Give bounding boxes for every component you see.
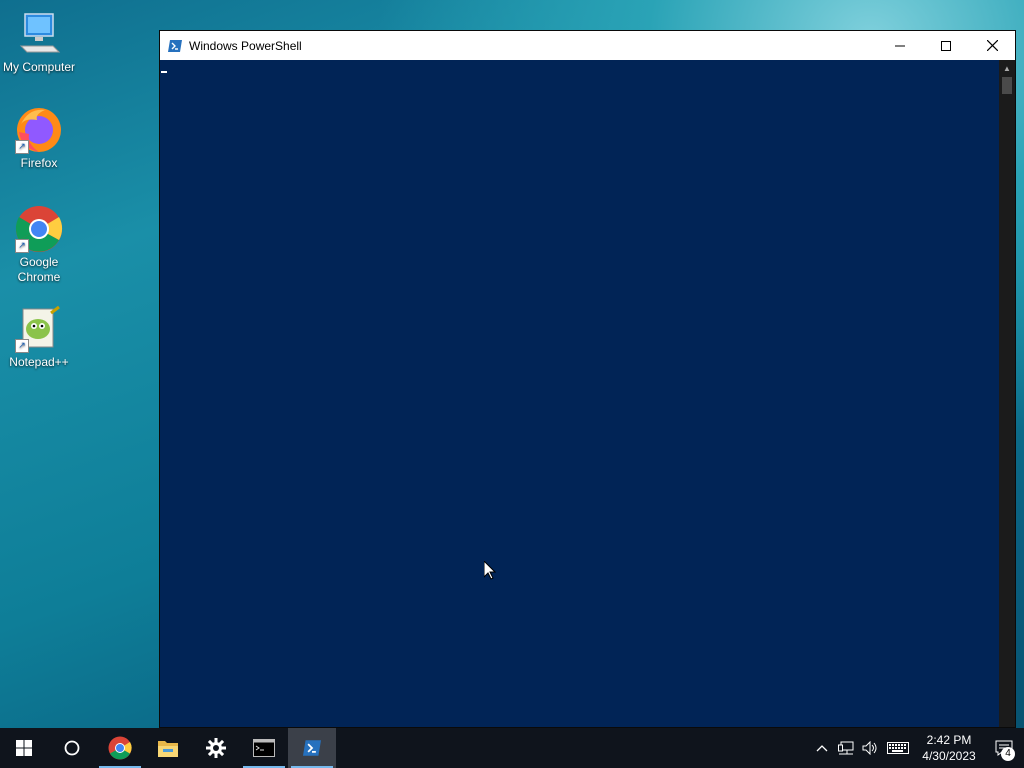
taskbar-file-explorer[interactable]: [144, 728, 192, 768]
close-icon: [986, 40, 998, 51]
console-area[interactable]: [160, 60, 999, 727]
desktop-icon-label: Firefox: [20, 156, 58, 170]
maximize-button[interactable]: [923, 31, 969, 60]
chrome-icon: [108, 736, 132, 760]
minimize-icon: [895, 45, 905, 46]
notepad-plus-plus-icon: ↗: [15, 305, 63, 353]
volume-button[interactable]: [858, 728, 882, 768]
keyboard-icon: [887, 742, 909, 754]
clock[interactable]: 2:42 PM 4/30/2023: [914, 732, 984, 764]
action-center-button[interactable]: 4: [984, 728, 1024, 768]
desktop-icon-label: Google Chrome: [17, 255, 61, 284]
start-button[interactable]: [0, 728, 48, 768]
speaker-icon: [862, 741, 877, 755]
taskbar-settings[interactable]: [192, 728, 240, 768]
chevron-up-icon: [816, 745, 828, 752]
search-button[interactable]: [48, 728, 96, 768]
shortcut-arrow-icon: ↗: [15, 339, 29, 353]
desktop-icon-label: My Computer: [2, 60, 76, 74]
scroll-up-icon[interactable]: ▲: [999, 60, 1015, 77]
scroll-thumb[interactable]: [1002, 77, 1012, 94]
windows-logo-icon: [16, 740, 32, 756]
taskbar-command-prompt[interactable]: [240, 728, 288, 768]
desktop-icon-label: Notepad++: [9, 355, 69, 369]
shortcut-arrow-icon: ↗: [15, 239, 29, 253]
network-icon: [838, 741, 854, 755]
desktop-icon-my-computer[interactable]: My Computer: [0, 10, 78, 75]
chrome-icon: ↗: [15, 205, 63, 253]
system-tray: 2:42 PM 4/30/2023 4: [810, 728, 1024, 768]
show-hidden-icons-button[interactable]: [810, 728, 834, 768]
folder-icon: [158, 741, 178, 757]
powershell-icon: [168, 39, 182, 52]
notification-count-badge: 4: [1001, 747, 1015, 761]
desktop-icon-google-chrome[interactable]: ↗ Google Chrome: [0, 205, 78, 285]
maximize-icon: [941, 40, 951, 51]
vertical-scrollbar[interactable]: ▲: [999, 60, 1015, 727]
close-button[interactable]: [969, 31, 1015, 60]
desktop-icon-firefox[interactable]: ↗ Firefox: [0, 106, 78, 171]
window-title: Windows PowerShell: [189, 38, 302, 53]
desktop-icon-notepad-plus-plus[interactable]: ↗ Notepad++: [0, 305, 78, 370]
touch-keyboard-button[interactable]: [882, 728, 914, 768]
powershell-icon: [303, 740, 321, 756]
gear-icon: [206, 738, 226, 758]
computer-icon: [15, 10, 63, 58]
clock-date: 4/30/2023: [922, 749, 976, 763]
title-bar[interactable]: Windows PowerShell: [160, 31, 1015, 60]
search-circle-icon: [64, 740, 80, 756]
clock-time: 2:42 PM: [926, 733, 972, 747]
taskbar: 2:42 PM 4/30/2023 4: [0, 728, 1024, 768]
mouse-pointer-icon: [484, 561, 496, 580]
shortcut-arrow-icon: ↗: [15, 140, 29, 154]
terminal-icon: [253, 739, 275, 757]
minimize-button[interactable]: [877, 31, 923, 60]
network-button[interactable]: [834, 728, 858, 768]
taskbar-chrome[interactable]: [96, 728, 144, 768]
firefox-icon: ↗: [15, 106, 63, 154]
powershell-window[interactable]: Windows PowerShell ▲: [159, 30, 1016, 728]
taskbar-powershell[interactable]: [288, 728, 336, 768]
text-cursor: [161, 71, 167, 73]
